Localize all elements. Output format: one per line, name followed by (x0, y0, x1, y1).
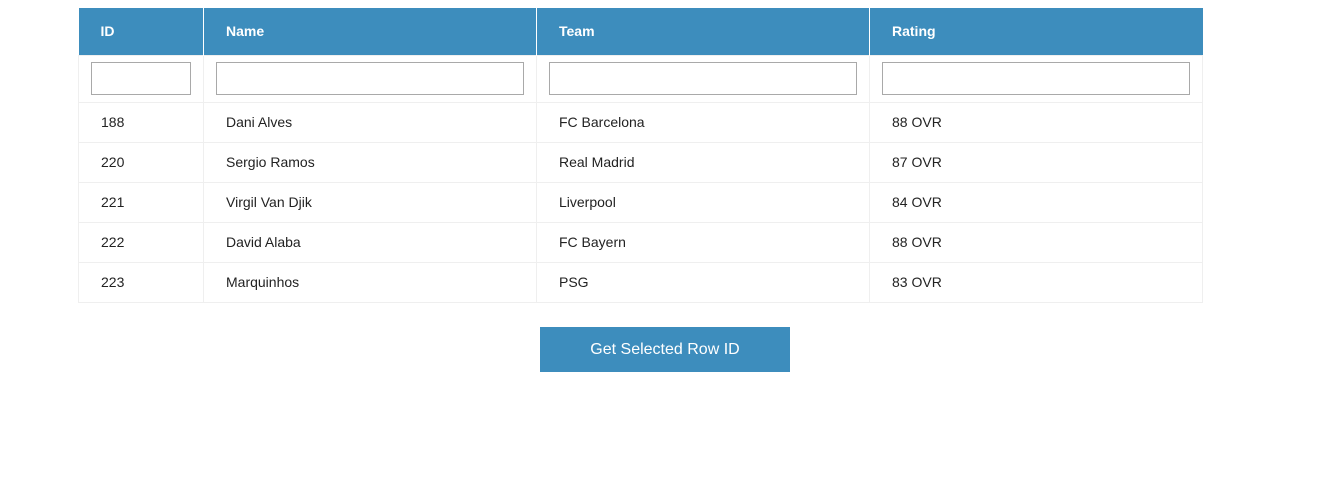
table-row[interactable]: 221 Virgil Van Djik Liverpool 84 OVR (78, 181, 1203, 223)
cell-name: Virgil Van Djik (203, 181, 537, 223)
data-grid-container: ID Name Team Rating 188 Dani Alves FC Ba… (78, 8, 1203, 303)
get-selected-row-id-button[interactable]: Get Selected Row ID (540, 327, 790, 372)
filter-cell-team (536, 54, 870, 103)
cell-id: 223 (78, 261, 204, 303)
column-header-name[interactable]: Name (203, 8, 537, 55)
cell-team: FC Barcelona (536, 101, 870, 143)
column-header-team[interactable]: Team (536, 8, 870, 55)
cell-rating: 83 OVR (869, 261, 1203, 303)
action-bar: Get Selected Row ID (540, 327, 790, 372)
cell-id: 220 (78, 141, 204, 183)
filter-input-rating[interactable] (882, 62, 1190, 95)
cell-team: FC Bayern (536, 221, 870, 263)
cell-rating: 88 OVR (869, 221, 1203, 263)
cell-name: David Alaba (203, 221, 537, 263)
cell-name: Dani Alves (203, 101, 537, 143)
filter-input-team[interactable] (549, 62, 857, 95)
filter-row (78, 54, 1203, 103)
cell-rating: 88 OVR (869, 101, 1203, 143)
cell-rating: 84 OVR (869, 181, 1203, 223)
cell-name: Sergio Ramos (203, 141, 537, 183)
table-row[interactable]: 220 Sergio Ramos Real Madrid 87 OVR (78, 141, 1203, 183)
cell-name: Marquinhos (203, 261, 537, 303)
cell-team: Liverpool (536, 181, 870, 223)
cell-id: 222 (78, 221, 204, 263)
table-row[interactable]: 188 Dani Alves FC Barcelona 88 OVR (78, 101, 1203, 143)
filter-cell-name (203, 54, 537, 103)
cell-id: 188 (78, 101, 204, 143)
data-grid: ID Name Team Rating 188 Dani Alves FC Ba… (78, 8, 1203, 303)
filter-input-id[interactable] (91, 62, 191, 95)
filter-cell-rating (869, 54, 1203, 103)
table-row[interactable]: 223 Marquinhos PSG 83 OVR (78, 261, 1203, 303)
filter-cell-id (78, 54, 204, 103)
cell-team: Real Madrid (536, 141, 870, 183)
column-header-id[interactable]: ID (78, 8, 204, 55)
header-row: ID Name Team Rating (78, 8, 1203, 55)
filter-input-name[interactable] (216, 62, 524, 95)
table-row[interactable]: 222 David Alaba FC Bayern 88 OVR (78, 221, 1203, 263)
column-header-rating[interactable]: Rating (869, 8, 1203, 55)
cell-rating: 87 OVR (869, 141, 1203, 183)
cell-team: PSG (536, 261, 870, 303)
cell-id: 221 (78, 181, 204, 223)
